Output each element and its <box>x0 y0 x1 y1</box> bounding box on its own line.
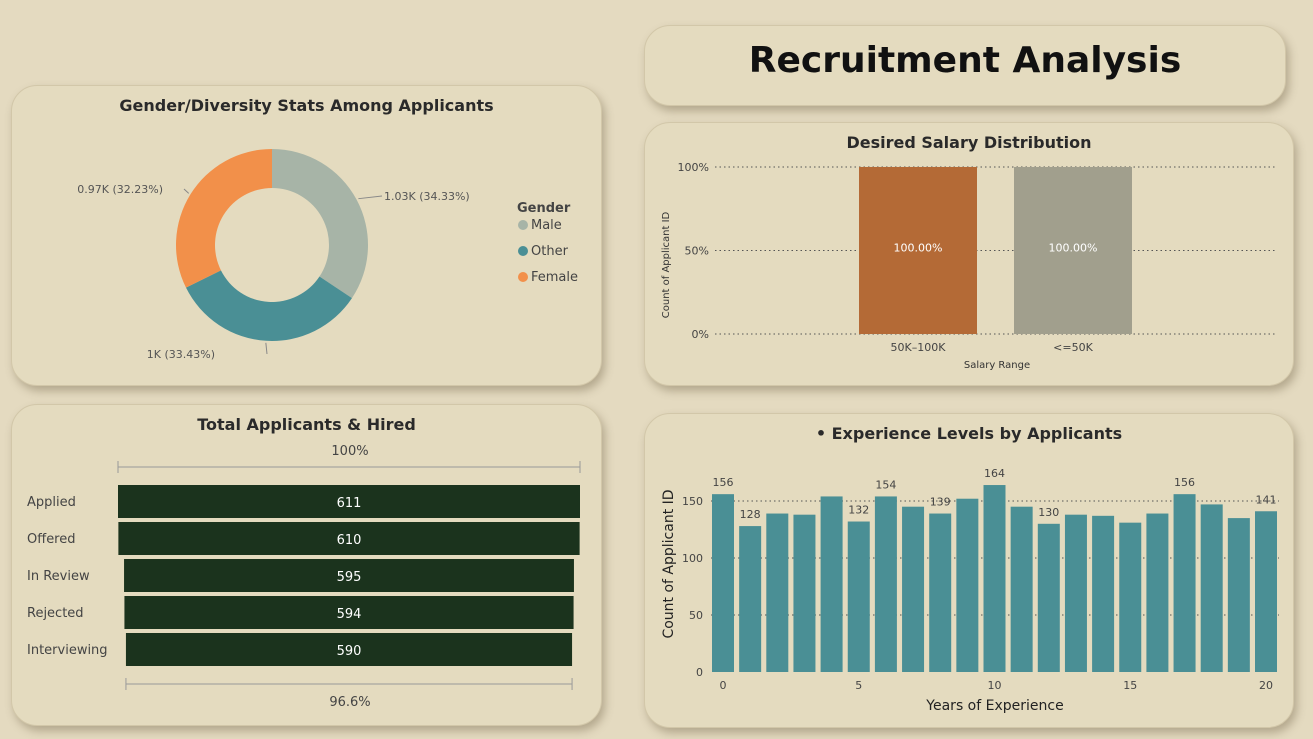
experience-x-tick-label: 0 <box>720 679 727 692</box>
funnel-category-rejected: Rejected <box>27 606 84 621</box>
experience-y-axis-label: Count of Applicant ID <box>661 489 677 638</box>
experience-x-tick-label: 15 <box>1123 679 1137 692</box>
page-title: Recruitment Analysis <box>748 40 1182 81</box>
experience-y-tick-label: 0 <box>696 666 703 679</box>
experience-bar-18[interactable] <box>1200 504 1223 672</box>
funnel-value-applied: 611 <box>337 496 362 511</box>
donut-leader-line-other <box>265 342 268 355</box>
experience-bar-16[interactable] <box>1146 513 1169 672</box>
salary-y-tick-label: 50% <box>685 245 709 258</box>
gender-donut-chart: 1.03K (34.33%)1K (33.43%)0.97K (32.23%) … <box>77 149 578 361</box>
experience-bar-8[interactable] <box>929 513 952 672</box>
donut-slice-male[interactable] <box>272 149 368 299</box>
legend-title: Gender <box>517 201 571 216</box>
legend-item-male[interactable]: Male <box>531 218 562 233</box>
salary-data-label-2: 100.00% <box>1049 242 1098 255</box>
experience-bar-5[interactable] <box>847 521 870 672</box>
experience-y-tick-label: 100 <box>682 552 703 565</box>
experience-y-tick-label: 150 <box>682 495 703 508</box>
experience-bar-12[interactable] <box>1037 523 1060 672</box>
experience-data-label-17: 156 <box>1174 476 1195 489</box>
funnel-category-in-review: In Review <box>27 569 90 584</box>
donut-data-label-female: 0.97K (32.23%) <box>77 183 163 196</box>
legend-item-other[interactable]: Other <box>531 244 569 259</box>
experience-bar-chart: 0 50 100 150 156 128 132 154 139 164 130 156 141 0 5 1… <box>661 467 1279 714</box>
experience-x-tick-label: 5 <box>855 679 862 692</box>
funnel-value-interviewing: 590 <box>337 644 362 659</box>
donut-data-label-other: 1K (33.43%) <box>147 348 215 361</box>
funnel-value-in-review: 595 <box>337 570 362 585</box>
experience-x-tick-label: 10 <box>988 679 1002 692</box>
salary-card: Desired Salary Distribution 0% 50% 100% 10… <box>644 122 1294 386</box>
experience-bar-17[interactable] <box>1173 494 1196 672</box>
experience-bar-14[interactable] <box>1092 515 1115 672</box>
experience-bar-13[interactable] <box>1064 514 1087 672</box>
legend-swatch-female <box>518 272 528 282</box>
salary-x-tick-label-1: 50K–100K <box>891 341 947 354</box>
experience-y-tick-label: 50 <box>689 609 703 622</box>
experience-bar-4[interactable] <box>820 496 843 672</box>
donut-data-label-male: 1.03K (34.33%) <box>384 190 470 203</box>
experience-bar-6[interactable] <box>874 496 897 672</box>
funnel-bottom-label: 96.6% <box>329 695 370 710</box>
salary-y-tick-label: 100% <box>678 161 709 174</box>
salary-x-axis-label: Salary Range <box>964 360 1030 371</box>
funnel-value-rejected: 594 <box>337 607 362 622</box>
funnel-category-interviewing: Interviewing <box>27 643 108 658</box>
experience-card: • Experience Levels by Applicants 0 50 100… <box>644 413 1294 728</box>
legend-swatch-male <box>518 220 528 230</box>
experience-bar-2[interactable] <box>766 513 789 672</box>
experience-data-label-12: 130 <box>1038 506 1059 519</box>
funnel-chart: 100% Applied 611 Offered 610 In Review 595 Rej… <box>27 444 581 710</box>
experience-x-axis-label: Years of Experience <box>925 698 1063 714</box>
salary-y-axis-label: Count of Applicant ID <box>661 211 672 318</box>
experience-x-tick-label: 20 <box>1259 679 1273 692</box>
experience-bar-9[interactable] <box>956 498 979 672</box>
experience-bar-0[interactable] <box>712 494 734 672</box>
gender-card: Gender/Diversity Stats Among Applicants … <box>11 85 602 386</box>
experience-data-label-6: 154 <box>875 478 896 491</box>
experience-bar-3[interactable] <box>793 514 816 672</box>
title-card: Recruitment Analysis <box>644 25 1286 106</box>
experience-data-label-5: 132 <box>848 504 869 517</box>
experience-data-label-1: 128 <box>740 508 761 521</box>
funnel-value-offered: 610 <box>337 533 362 548</box>
donut-leader-line-male <box>358 195 383 200</box>
salary-y-tick-label: 0% <box>692 328 709 341</box>
experience-data-label-0: 156 <box>713 476 734 489</box>
donut-slice-female[interactable] <box>175 149 272 288</box>
donut-leader-line-female <box>183 188 190 194</box>
experience-bar-10[interactable] <box>983 485 1006 672</box>
funnel-category-offered: Offered <box>27 532 76 547</box>
legend-item-female[interactable]: Female <box>531 270 578 285</box>
experience-bar-11[interactable] <box>1010 506 1033 672</box>
salary-bar-chart: 0% 50% 100% 100.00% 50K–100K 100.00% <=50K Sa… <box>661 161 1275 371</box>
experience-data-label-20: 141 <box>1256 493 1277 506</box>
experience-bar-1[interactable] <box>739 526 762 672</box>
funnel-card: Total Applicants & Hired 100% Applied 611… <box>11 404 602 726</box>
experience-bar-20[interactable] <box>1255 511 1277 672</box>
experience-bar-15[interactable] <box>1119 522 1142 672</box>
legend-swatch-other <box>518 246 528 256</box>
experience-bar-7[interactable] <box>902 506 925 672</box>
experience-bar-19[interactable] <box>1227 518 1250 672</box>
funnel-top-label: 100% <box>331 444 368 459</box>
funnel-category-applied: Applied <box>27 495 76 510</box>
experience-data-label-10: 164 <box>984 467 1005 480</box>
salary-x-tick-label-2: <=50K <box>1053 341 1093 354</box>
experience-data-label-8: 139 <box>930 496 951 509</box>
salary-data-label-1: 100.00% <box>894 242 943 255</box>
